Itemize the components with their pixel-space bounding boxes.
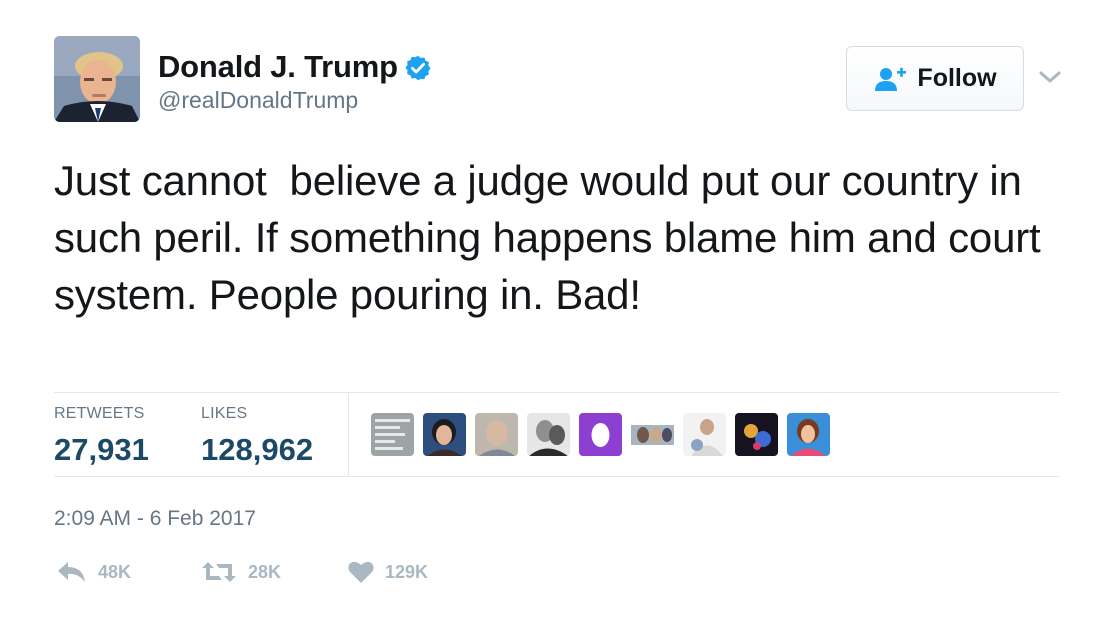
liker-avatar[interactable] [631, 413, 674, 456]
heart-icon [348, 561, 374, 583]
liker-avatar[interactable] [371, 413, 414, 456]
tweet-text: Just cannot believe a judge would put ou… [54, 157, 1052, 318]
user-name-row[interactable]: Donald J. Trump [158, 48, 432, 86]
retweets-stat[interactable]: RETWEETS 27,931 [54, 404, 149, 470]
retweet-count: 28K [248, 561, 282, 582]
user-handle[interactable]: @realDonaldTrump [158, 86, 358, 114]
verified-badge-icon [405, 55, 431, 81]
liker-avatar[interactable] [527, 413, 570, 456]
add-user-icon [875, 67, 907, 91]
follow-button-label: Follow [917, 64, 997, 92]
liker-avatar[interactable] [735, 413, 778, 456]
stats-vertical-divider [348, 393, 349, 476]
follow-button[interactable]: Follow [846, 46, 1024, 111]
liker-avatar[interactable] [579, 413, 622, 456]
stats-top-divider [54, 392, 1060, 393]
reply-icon [58, 562, 85, 582]
avatar[interactable] [54, 36, 140, 122]
tweet-card: Donald J. Trump @realDonaldTrump Follow … [0, 0, 1120, 630]
retweets-value: 27,931 [54, 432, 149, 467]
display-name[interactable]: Donald J. Trump [158, 48, 398, 86]
likers-avatars [371, 413, 839, 456]
liker-avatar[interactable] [787, 413, 830, 456]
likes-label: LIKES [201, 405, 248, 422]
profile-photo [54, 36, 140, 122]
chevron-down-icon[interactable] [1036, 66, 1064, 88]
reply-button[interactable]: 48K [56, 560, 131, 584]
liker-avatar[interactable] [475, 413, 518, 456]
liker-avatar[interactable] [683, 413, 726, 456]
retweets-label: RETWEETS [54, 405, 145, 422]
retweet-icon [202, 562, 236, 582]
reply-count: 48K [98, 561, 132, 582]
tweet-timestamp[interactable]: 2:09 AM - 6 Feb 2017 [54, 505, 256, 533]
liker-avatar[interactable] [423, 413, 466, 456]
likes-value: 128,962 [201, 432, 314, 467]
retweet-button[interactable]: 28K [200, 560, 281, 584]
stats-bottom-divider [54, 476, 1060, 477]
likes-stat[interactable]: LIKES 128,962 [201, 404, 313, 470]
like-count: 129K [385, 561, 429, 582]
like-button[interactable]: 129K [347, 560, 428, 584]
